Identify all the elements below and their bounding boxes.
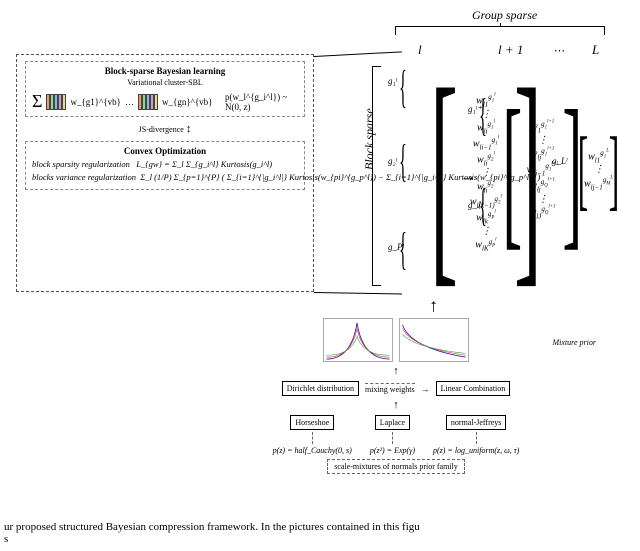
box-dirichlet: Dirichlet distribution xyxy=(282,381,359,396)
figure-canvas: Group sparse l l + 1 ⋯ L Block sparse { … xyxy=(0,0,640,551)
group-label: g₁ˡ xyxy=(388,76,397,86)
eq-block-variance: blocks variance regularization Σ_l (1/P)… xyxy=(32,172,298,182)
box-laplace: Laplace xyxy=(375,415,410,430)
box-scale-mixtures: scale-mixtures of normals prior family xyxy=(327,459,465,474)
group-label: g_Pˡ xyxy=(388,242,404,252)
figure-caption: ur proposed structured Bayesian compress… xyxy=(4,521,636,545)
sbl-subtitle: Variational cluster-SBL xyxy=(32,78,298,87)
arrow-up-icon: ↑ xyxy=(246,366,546,377)
layer-label-dots: ⋯ xyxy=(554,44,565,57)
sbl-w1: w_{g1}^{vb} xyxy=(70,97,121,107)
arrow-up-icon: ↑ xyxy=(246,400,546,411)
eq-nj: p(z) = log_uniform(z, ω, τ) xyxy=(433,446,519,455)
sbl-title: Block-sparse Bayesian learning xyxy=(32,66,298,76)
sbl-equation: Σ w_{g1}^{vb} … w_{gn}^{vb} p(w_l^{g_i^l… xyxy=(32,91,298,112)
zoom-line xyxy=(314,51,402,57)
layer-label-l: l xyxy=(418,42,422,58)
eq-laplace: p(z²) = Exp(γ) xyxy=(370,446,415,455)
mini-chart-density xyxy=(323,318,393,362)
left-panel: Block-sparse Bayesian learning Variation… xyxy=(16,54,314,292)
zoom-line xyxy=(314,292,402,295)
matrix-col-L: [ wl1g1L ⋮ wlj−1gML ] xyxy=(568,128,629,212)
prior-pipeline: Mixture prior ↑ Dirichlet distribution m… xyxy=(246,318,546,474)
label-mixture-prior: Mixture prior xyxy=(553,338,596,347)
box-linear-combination: Linear Combination xyxy=(436,381,511,396)
box-horseshoe: Horseshoe xyxy=(290,415,334,430)
convex-panel: Convex Optimization block sparsity regul… xyxy=(25,141,305,190)
box-normal-jeffreys: normal-Jeffreys xyxy=(446,415,507,430)
sbl-panel: Block-sparse Bayesian learning Variation… xyxy=(25,61,305,117)
eq-block-sparsity: block sparsity regularization L_{gw} = Σ… xyxy=(32,159,298,169)
sbl-wn: w_{gn}^{vb} xyxy=(162,97,213,107)
label-group-sparse: Group sparse xyxy=(472,8,537,23)
brace-group-sparse xyxy=(395,26,605,36)
convex-title: Convex Optimization xyxy=(32,146,298,156)
js-divergence: JS-divergence ↕ xyxy=(17,123,313,135)
arrow-up-icon: → xyxy=(421,298,442,316)
label-mixing-weights: mixing weights xyxy=(365,383,415,394)
sbl-prior: p(w_l^{g_i^l}) ~ N(0, z) xyxy=(225,92,298,112)
layer-label-L: L xyxy=(592,42,599,58)
mini-chart-tail xyxy=(399,318,469,362)
eq-horseshoe: p(z) = half_Cauchy(0, s) xyxy=(273,446,352,455)
group-label: g₂ˡ xyxy=(388,156,397,166)
